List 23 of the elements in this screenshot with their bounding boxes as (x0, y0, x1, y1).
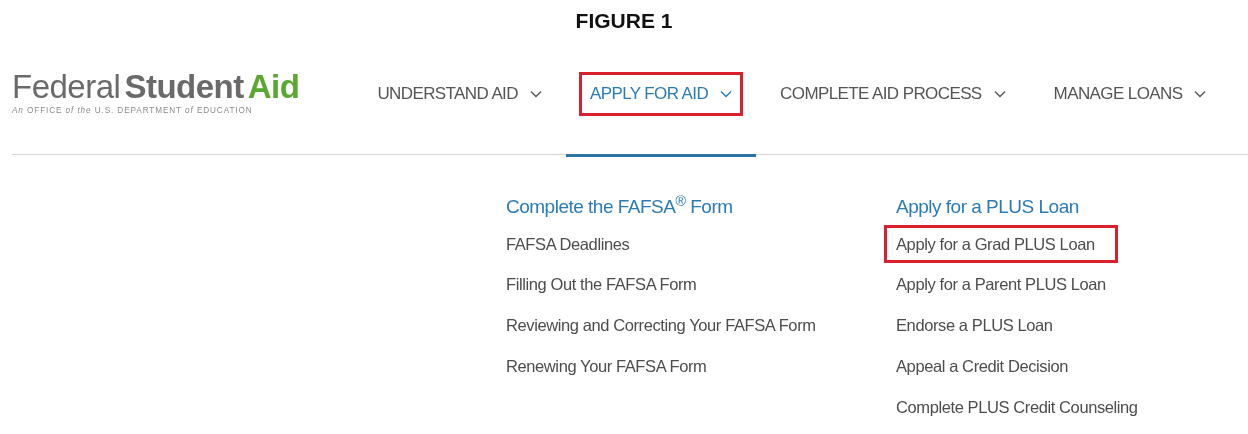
menu-link[interactable]: FAFSA Deadlines (494, 224, 642, 264)
menu-link[interactable]: Complete PLUS Credit Counseling (884, 387, 1150, 427)
chevron-down-icon (529, 90, 542, 98)
logo-word[interactable]: Student (124, 68, 244, 106)
menu-link[interactable]: Filling Out the FAFSA Form (494, 265, 709, 304)
menu-link[interactable]: Appeal a Credit Decision (884, 346, 1080, 386)
menu-link[interactable]: Apply for a Grad PLUS Loan (884, 224, 1118, 264)
nav-tab[interactable]: MANAGE LOANS (1042, 72, 1218, 116)
figure-caption: FIGURE 1 (575, 8, 673, 34)
logo-tagline: An OFFICE of the U.S. DEPARTMENT of EDUCATION (12, 105, 254, 118)
nav-tab[interactable]: COMPLETE AID PROCESS (769, 72, 1017, 116)
chevron-down-icon (1194, 90, 1207, 98)
chevron-down-icon (993, 90, 1006, 98)
chevron-down-icon (720, 90, 733, 98)
nav-tab[interactable]: UNDERSTAND AID (366, 72, 553, 116)
menu-link[interactable]: Apply for a Parent PLUS Loan (884, 265, 1118, 304)
logo-word[interactable]: Federal (12, 68, 121, 106)
menu-link[interactable]: Renewing Your FAFSA Form (494, 346, 719, 386)
menu-heading: Apply for a PLUS Loan (896, 195, 1080, 219)
menu-heading: Complete the FAFSA$^{®}$ Form (506, 193, 734, 219)
menu-link[interactable]: Reviewing and Correcting Your FAFSA Form (494, 306, 828, 345)
nav-tab[interactable]: APPLY FOR AID (578, 72, 744, 116)
menu-link[interactable]: Endorse a PLUS Loan (884, 306, 1065, 345)
